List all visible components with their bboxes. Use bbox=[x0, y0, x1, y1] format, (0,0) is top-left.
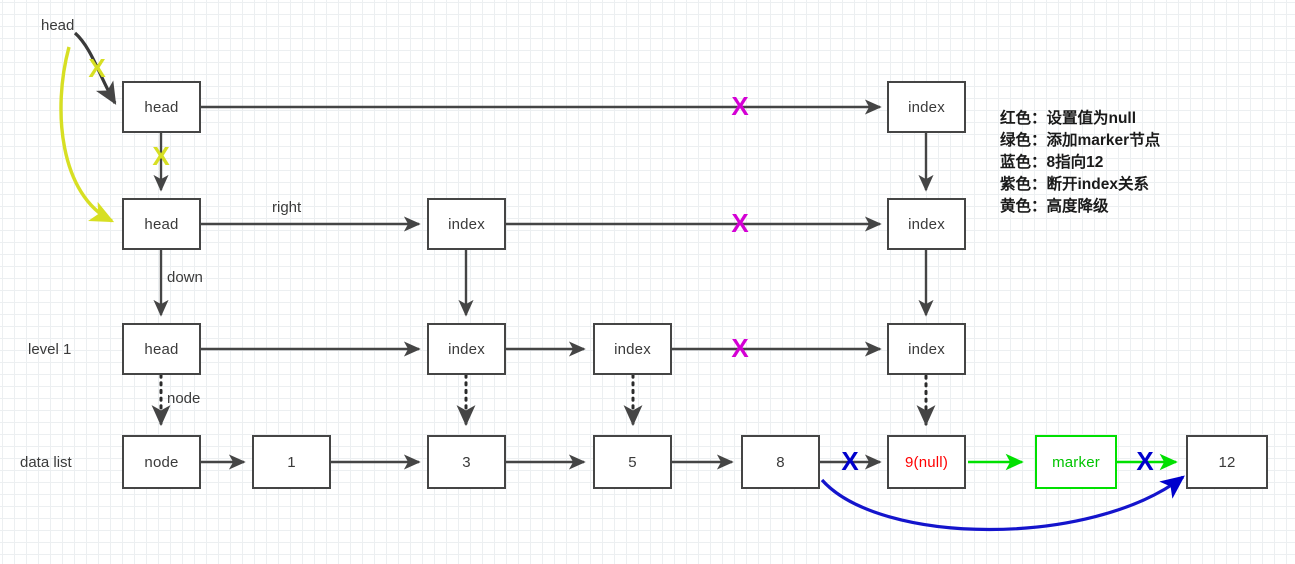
legend-line-red: 红色：设置值为null bbox=[1000, 110, 1137, 127]
node-head-level2[interactable]: head bbox=[122, 198, 201, 250]
legend-line-yellow: 黄色：高度降级 bbox=[1000, 198, 1109, 215]
legend: 红色：设置值为null 绿色：添加marker节点 蓝色：8指向12 紫色：断开… bbox=[1000, 108, 1160, 218]
x-marker-blue-marker-to-12: X bbox=[1136, 446, 1154, 476]
node-data-3[interactable]: 3 bbox=[427, 435, 506, 489]
node-data-12[interactable]: 12 bbox=[1186, 435, 1268, 489]
x-marker-blue-8-to-9: X bbox=[841, 446, 859, 476]
node-index-level2-right[interactable]: index bbox=[887, 198, 966, 250]
node-data-5[interactable]: 5 bbox=[593, 435, 672, 489]
legend-line-purple: 紫色：断开index关系 bbox=[1000, 176, 1149, 193]
node-index-level1-a[interactable]: index bbox=[427, 323, 506, 375]
row-label-data-list: data list bbox=[20, 454, 72, 471]
row-label-level1: level 1 bbox=[28, 341, 72, 358]
x-marker-yellow-top: X bbox=[88, 53, 106, 83]
node-data-8[interactable]: 8 bbox=[741, 435, 820, 489]
node-index-level1-b[interactable]: index bbox=[593, 323, 672, 375]
node-index-level1-right[interactable]: index bbox=[887, 323, 966, 375]
edge-label-down: down bbox=[167, 269, 203, 286]
edge-label-node: node bbox=[167, 390, 201, 407]
x-marker-magenta-level3: X bbox=[731, 91, 749, 121]
x-marker-magenta-level2: X bbox=[731, 208, 749, 238]
node-index-level3-right[interactable]: index bbox=[887, 81, 966, 133]
diagram-canvas: head level 1 data list right down node h… bbox=[0, 0, 1295, 564]
edge-label-right: right bbox=[272, 199, 302, 216]
node-data-9-null[interactable]: 9(null) bbox=[887, 435, 966, 489]
node-head-level1[interactable]: head bbox=[122, 323, 201, 375]
legend-line-blue: 蓝色：8指向12 bbox=[1000, 154, 1104, 171]
node-index-level2-mid[interactable]: index bbox=[427, 198, 506, 250]
node-data-marker[interactable]: marker bbox=[1035, 435, 1117, 489]
legend-line-green: 绿色：添加marker节点 bbox=[1000, 132, 1161, 149]
head-source-label: head bbox=[41, 17, 75, 34]
x-marker-magenta-level1: X bbox=[731, 333, 749, 363]
node-data-node[interactable]: node bbox=[122, 435, 201, 489]
node-data-1[interactable]: 1 bbox=[252, 435, 331, 489]
x-marker-yellow-down: X bbox=[152, 141, 170, 171]
node-head-level3[interactable]: head bbox=[122, 81, 201, 133]
